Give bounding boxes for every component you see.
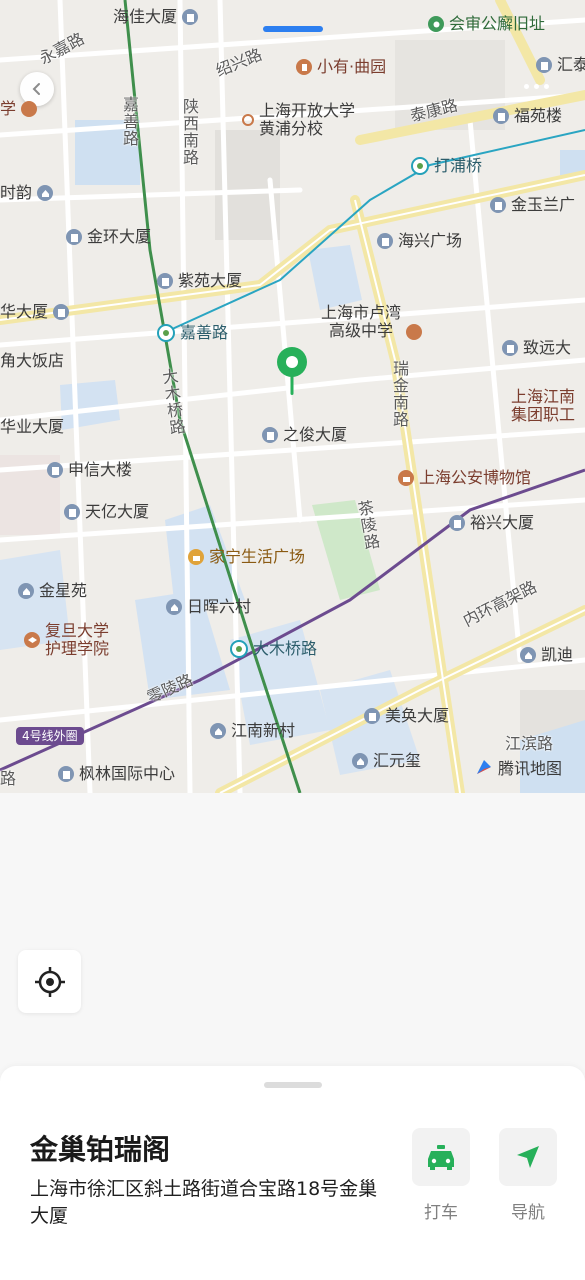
poi[interactable]: 华大厦 [0, 303, 70, 321]
building-icon [377, 233, 393, 249]
poi[interactable]: 上海开放大学 黄浦分校 [242, 102, 355, 138]
poi[interactable]: 之俊大厦 [262, 426, 347, 444]
poi[interactable]: 汇泰 [536, 56, 585, 74]
metro-station-icon [230, 640, 248, 658]
navigate-icon [517, 1146, 539, 1168]
poi[interactable]: 申信大楼 [47, 461, 132, 479]
building-icon [262, 427, 278, 443]
poi[interactable]: 嘉善路 [157, 324, 228, 342]
home-icon [210, 723, 226, 739]
map-logo: 腾讯地图 [474, 755, 562, 779]
poi[interactable]: 枫林国际中心 [58, 765, 175, 783]
building-icon [58, 766, 74, 782]
poi[interactable]: 致远大 [502, 339, 571, 357]
building-icon [536, 57, 552, 73]
school-icon [242, 114, 254, 126]
building-icon [157, 273, 173, 289]
navigate-label: 导航 [511, 1203, 545, 1223]
school-icon [21, 101, 38, 117]
poi[interactable]: 华业大厦 [0, 418, 64, 436]
school-icon [24, 632, 40, 648]
building-icon [449, 515, 465, 531]
camera-icon [428, 16, 444, 32]
poi[interactable]: 学 [0, 100, 38, 118]
poi[interactable]: 会审公廨旧址 [428, 15, 545, 33]
building-icon [64, 504, 80, 520]
home-icon [37, 185, 54, 201]
poi[interactable]: 日晖六村 [166, 598, 251, 616]
building-icon [493, 108, 509, 124]
map-drag-indicator[interactable] [263, 26, 323, 32]
navigate-button-box[interactable] [499, 1128, 557, 1186]
poi[interactable]: 金玉兰广 [490, 196, 575, 214]
building-icon [490, 197, 506, 213]
poi[interactable]: 时韵 [0, 184, 54, 202]
road-label: 嘉善路 [120, 96, 139, 147]
home-icon [352, 753, 368, 769]
place-address: 上海市徐汇区斜土路街道合宝路18号金巢大厦 [30, 1178, 378, 1227]
poi[interactable]: 金环大厦 [66, 228, 151, 246]
poi[interactable]: 福苑楼 [493, 107, 562, 125]
navigate-button[interactable]: 导航 [499, 1128, 557, 1223]
poi[interactable]: 汇元玺 [352, 752, 421, 770]
poi[interactable]: 凯迪 [520, 646, 573, 664]
poi[interactable]: 角大饭店 [0, 352, 64, 370]
chevron-left-icon [32, 83, 40, 95]
map-view[interactable]: 永嘉路 绍兴路 泰康路 嘉善路 陕西南路 瑞金南路 大木桥路 茶陵路 内环高架路… [0, 0, 585, 793]
more-icon[interactable] [524, 84, 549, 89]
poi[interactable]: 江南新村 [210, 722, 295, 740]
crosshair-icon [34, 966, 65, 997]
taxi-button[interactable]: 打车 [412, 1128, 470, 1223]
metro-station-icon [411, 157, 429, 175]
poi[interactable]: 打浦桥 [411, 157, 482, 175]
poi[interactable]: 小有·曲园 [296, 58, 386, 76]
sheet-handle[interactable] [264, 1082, 322, 1088]
poi[interactable]: 上海市卢湾 高级中学 [321, 304, 423, 340]
poi[interactable]: 上海公安博物馆 [398, 469, 531, 487]
home-icon [520, 647, 536, 663]
poi[interactable]: 家宁生活广场 [188, 548, 305, 566]
taxi-label: 打车 [424, 1203, 458, 1223]
road-label: 江滨路 [505, 734, 554, 753]
place-sheet: 金巢铂瑞阁 上海市徐汇区斜土路街道合宝路18号金巢大厦 打车 导航 [0, 1066, 585, 1280]
home-icon [166, 599, 182, 615]
building-icon [182, 9, 199, 25]
metro-line-badge: 4号线外圈 [16, 727, 84, 745]
shopping-icon [188, 549, 204, 565]
building-icon [502, 340, 518, 356]
building-icon [66, 229, 82, 245]
taxi-icon [428, 1145, 454, 1170]
poi[interactable]: 复旦大学 护理学院 [24, 622, 109, 658]
poi[interactable]: 上海江南 集团职工 [511, 388, 575, 424]
poi[interactable]: 裕兴大厦 [449, 514, 534, 532]
school-icon [406, 324, 423, 340]
building-icon [364, 708, 380, 724]
museum-icon [398, 470, 414, 486]
compass-logo-icon [477, 760, 491, 774]
home-icon [18, 583, 34, 599]
building-icon [53, 304, 70, 320]
restaurant-icon [296, 59, 312, 75]
poi[interactable]: 美奂大厦 [364, 707, 449, 725]
taxi-button-box[interactable] [412, 1128, 470, 1186]
metro-station-icon [157, 324, 175, 342]
poi[interactable]: 海佳大厦 [113, 8, 199, 26]
road-label: 路 [0, 769, 17, 788]
poi[interactable]: 紫苑大厦 [157, 272, 242, 290]
poi[interactable]: 海兴广场 [377, 232, 462, 250]
locate-button[interactable] [18, 950, 81, 1013]
place-name: 金巢铂瑞阁 [30, 1133, 171, 1166]
poi[interactable]: 天亿大厦 [64, 503, 149, 521]
poi[interactable]: 金星苑 [18, 582, 87, 600]
building-icon [47, 462, 63, 478]
poi[interactable]: 大木桥路 [230, 640, 317, 658]
road-label: 陕西南路 [180, 98, 199, 166]
road-label: 瑞金南路 [390, 360, 409, 428]
location-pin-icon[interactable] [275, 345, 309, 397]
